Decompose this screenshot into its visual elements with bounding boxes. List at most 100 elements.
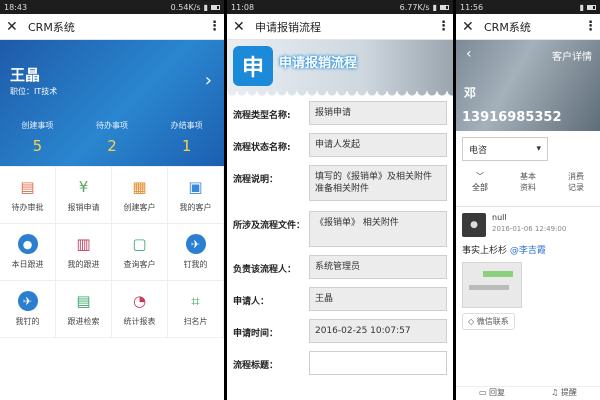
grid-item-my-followup[interactable]: ▥ 我的跟进 bbox=[56, 224, 112, 281]
stat-created[interactable]: 创建事项 5 bbox=[0, 120, 75, 155]
field-apply-time: 申请时间： 2016-02-25 10:07:57 bbox=[227, 315, 453, 347]
field-label: 流程类型名称: bbox=[233, 111, 291, 121]
search-list-icon: ▤ bbox=[76, 291, 91, 310]
stat-label: 办结事项 bbox=[170, 121, 203, 130]
field-flow-description: 流程说明： 填写的《报销单》及相关附件 准备相关附件 bbox=[227, 161, 453, 207]
stat-completed[interactable]: 办结事项 1 bbox=[149, 120, 224, 155]
signal-icon: ▮ bbox=[432, 2, 437, 12]
field-label: 流程说明： bbox=[233, 175, 279, 185]
status-time: 18:43 bbox=[4, 2, 28, 12]
grid-label: 我的跟进 bbox=[67, 260, 100, 269]
customer-detail-title: 客户详情 bbox=[552, 52, 592, 63]
tab-label: 记录 bbox=[568, 183, 584, 192]
customer-tabs: ﹀ 全部 基本资料 消费 记录 bbox=[456, 167, 600, 207]
network-speed: 6.77K/s bbox=[399, 2, 430, 12]
grid-label: 钉我的 bbox=[183, 260, 208, 269]
reply-icon: ▭ bbox=[478, 388, 490, 397]
crm-home-screen: 18:43 0.54K/s ▮ ✕ CRM系统 ⋮ 王晶 职位：IT技术 › 创建… bbox=[0, 0, 224, 400]
grid-label: 待办审批 bbox=[11, 203, 44, 212]
expense-flow-screen: 11:08 6.77K/s ▮ ✕ 申请报销流程 ⋮ 申 申请报销流程 流程类型名… bbox=[227, 0, 453, 400]
grid-item-followup-search[interactable]: ▤ 跟进检索 bbox=[56, 281, 112, 338]
close-icon[interactable]: ✕ bbox=[233, 19, 251, 35]
grid-item-expense-request[interactable]: ¥ 报销申请 bbox=[56, 167, 112, 224]
signal-icon: ▮ bbox=[203, 2, 208, 12]
banner-wave bbox=[227, 91, 453, 97]
contact-type-dropdown[interactable]: 电咨 ▾ bbox=[462, 137, 548, 161]
wechat-tag: ◇ 微信联系 bbox=[462, 313, 515, 330]
tab-label: 资料 bbox=[520, 183, 536, 192]
function-grid: ▤ 待办审批 ¥ 报销申请 ▦ 创建客户 ▣ 我的客户 ● 本日跟进 ▥ 我的跟进 ▢ 查询客… bbox=[0, 166, 224, 338]
post-body: 事实上杉杉 bbox=[462, 246, 508, 256]
grid-item-pinned-me[interactable]: ✈ 钉我的 bbox=[168, 224, 224, 281]
grid-item-today-followup[interactable]: ● 本日跟进 bbox=[0, 224, 56, 281]
tab-basic-info[interactable]: 基本 资料 bbox=[504, 167, 552, 206]
remind-label: 提醒 bbox=[560, 388, 577, 397]
grid-item-scan-card[interactable]: ⌗ 扫名片 bbox=[168, 281, 224, 338]
grid-label: 跟进检索 bbox=[67, 317, 100, 326]
tab-consumption[interactable]: 消费 记录 bbox=[552, 167, 600, 206]
battery-icon bbox=[211, 4, 220, 10]
customer-surname: 邓 bbox=[464, 86, 477, 100]
person-icon: ● bbox=[17, 234, 38, 254]
grid-item-my-customers[interactable]: ▣ 我的客户 bbox=[168, 167, 224, 224]
grid-item-create-customer[interactable]: ▦ 创建客户 bbox=[112, 167, 168, 224]
status-time: 11:56 bbox=[460, 2, 484, 12]
building-icon: ▦ bbox=[132, 177, 147, 196]
field-value: 申请人发起 bbox=[309, 133, 447, 157]
customer-banner: ‹ 客户详情 邓 13916985352 bbox=[456, 40, 600, 131]
stat-label: 待办事项 bbox=[96, 121, 128, 130]
user-position: 职位：IT技术 bbox=[10, 87, 58, 96]
grid-item-statistics[interactable]: ◔ 统计报表 bbox=[112, 281, 168, 338]
post-user: null bbox=[492, 213, 507, 222]
tab-icon: 基本 bbox=[520, 172, 536, 181]
grid-item-search-customer[interactable]: ▢ 查询客户 bbox=[112, 224, 168, 281]
post-mention[interactable]: @李吉霞 bbox=[510, 246, 546, 256]
grid-label: 我钉的 bbox=[15, 317, 40, 326]
customer-detail-screen: 11:56 ▮ ✕ CRM系统 ⋮ ‹ 客户详情 邓 13916985352 电… bbox=[456, 0, 600, 400]
more-menu-icon[interactable]: ⋮ bbox=[584, 19, 597, 34]
battery-icon bbox=[440, 4, 449, 10]
approval-icon: ▤ bbox=[20, 177, 35, 196]
flow-title-input[interactable] bbox=[309, 351, 447, 375]
signal-icon: ▮ bbox=[579, 2, 584, 12]
battery-icon bbox=[587, 4, 596, 10]
page-title: CRM系统 bbox=[484, 20, 531, 34]
remind-button[interactable]: ♫ 提醒 bbox=[528, 387, 600, 400]
grid-label: 查询客户 bbox=[123, 260, 156, 269]
money-bag-icon: ¥ bbox=[78, 177, 89, 196]
bottom-actions: ▭ 回复 ♫ 提醒 bbox=[456, 386, 600, 400]
post-image[interactable] bbox=[462, 262, 522, 308]
tag-icon: ◇ bbox=[468, 317, 477, 326]
tab-all[interactable]: ﹀ 全部 bbox=[456, 167, 504, 206]
field-flow-status: 流程状态名称: 申请人发起 bbox=[227, 129, 453, 161]
post-time: 2016-01-06 12:49:00 bbox=[492, 225, 567, 233]
app-bar: ✕ 申请报销流程 ⋮ bbox=[227, 14, 453, 40]
field-value: 2016-02-25 10:07:57 bbox=[309, 319, 447, 343]
more-menu-icon[interactable]: ⋮ bbox=[437, 19, 450, 34]
stat-pending[interactable]: 待办事项 2 bbox=[75, 120, 150, 155]
bird-icon: ✈ bbox=[17, 291, 38, 311]
more-menu-icon[interactable]: ⋮ bbox=[208, 19, 221, 34]
user-profile-header[interactable]: 王晶 职位：IT技术 › 创建事项 5 待办事项 2 办结事项 1 bbox=[0, 40, 224, 166]
network-speed: 0.54K/s bbox=[170, 2, 201, 12]
close-icon[interactable]: ✕ bbox=[6, 19, 24, 35]
back-icon[interactable]: ‹ bbox=[466, 46, 472, 62]
flow-banner: 申 申请报销流程 bbox=[227, 40, 453, 97]
close-icon[interactable]: ✕ bbox=[462, 19, 480, 35]
status-bar: 18:43 0.54K/s ▮ bbox=[0, 0, 224, 14]
pin-icon: ✈ bbox=[185, 234, 206, 254]
grid-item-pending-approval[interactable]: ▤ 待办审批 bbox=[0, 167, 56, 224]
field-value: 王晶 bbox=[309, 287, 447, 311]
grid-item-i-pinned[interactable]: ✈ 我钉的 bbox=[0, 281, 56, 338]
field-value: 填写的《报销单》及相关附件 准备相关附件 bbox=[309, 165, 447, 201]
page-title: 申请报销流程 bbox=[255, 20, 321, 34]
chevron-right-icon[interactable]: › bbox=[205, 70, 212, 91]
stat-value: 1 bbox=[181, 137, 192, 155]
reply-button[interactable]: ▭ 回复 bbox=[456, 387, 528, 400]
post-text: 事实上杉杉 @李吉霞 bbox=[462, 243, 594, 256]
field-flow-files: 所涉及流程文件： 《报销单》 相关附件 bbox=[227, 207, 453, 251]
customer-phone[interactable]: 13916985352 bbox=[462, 110, 562, 125]
status-bar: 11:08 6.77K/s ▮ bbox=[227, 0, 453, 14]
field-flow-title: 流程标题： bbox=[227, 347, 453, 379]
stats-row: 创建事项 5 待办事项 2 办结事项 1 bbox=[0, 120, 224, 155]
